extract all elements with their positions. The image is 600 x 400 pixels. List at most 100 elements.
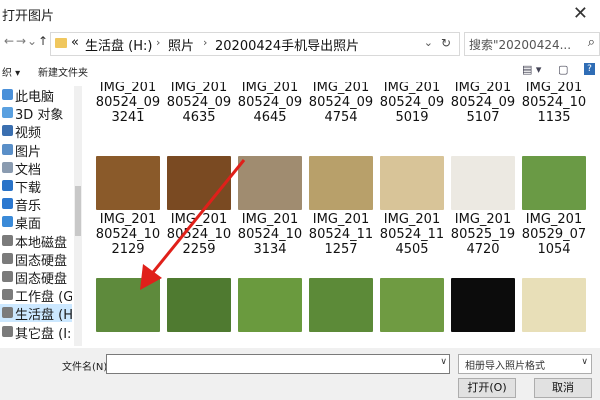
address-row: ← → ⌄ ↑ « 生活盘 (H:) › 照片 › 20200424手机导出照片… [0,28,600,58]
organize-button[interactable]: 织 ▾ [2,64,20,79]
sidebar-item-icon [2,289,13,301]
sidebar-item[interactable]: 生活盘 (H: [0,304,72,323]
photo-thumbnail[interactable] [522,156,586,210]
breadcrumb-separator-icon[interactable]: › [203,36,207,49]
sidebar-item[interactable]: 其它盘 (I:) [0,323,72,342]
address-bar[interactable]: « 生活盘 (H:) › 照片 › 20200424手机导出照片 ⌄ ↻ [50,32,460,56]
search-icon[interactable]: ⌕ [588,35,595,50]
sidebar-item[interactable]: 3D 对象 [0,104,72,123]
sidebar-item-label: 图片 [15,144,42,160]
sidebar-item-label: 文档 [15,162,42,178]
new-folder-button[interactable]: 新建文件夹 [38,64,88,79]
breadcrumb-drive[interactable]: 生活盘 (H:) [85,35,152,54]
photo-thumbnail[interactable] [238,156,302,210]
sidebar-item-icon [2,180,13,191]
close-icon[interactable]: ✕ [573,3,588,24]
photo-thumbnail[interactable] [451,156,515,210]
up-arrow-icon[interactable]: ↑ [38,34,48,48]
filetype-dropdown-icon[interactable]: ∨ [581,357,588,367]
file-name-label[interactable]: IMG_201 80529_07 1054 [516,212,592,257]
photo-thumbnail[interactable] [96,156,160,210]
file-name-label[interactable]: IMG_201 80524_10 2259 [161,212,237,257]
sidebar-item-icon [2,234,13,246]
sidebar-item-label: 其它盘 (I:) [15,326,72,342]
open-button[interactable]: 打开(O) [458,378,516,398]
photo-thumbnail[interactable] [167,156,231,210]
breadcrumb-folder[interactable]: 20200424手机导出照片 [215,35,359,54]
sidebar-item[interactable]: 视频 [0,122,72,141]
photo-thumbnail[interactable] [380,278,444,332]
photo-thumbnail[interactable] [96,278,160,332]
sidebar-scroll-thumb[interactable] [75,186,81,236]
sidebar-item[interactable]: 工作盘 (G: [0,286,72,306]
photo-thumbnail[interactable] [167,278,231,332]
address-dropdown-icon[interactable]: ⌄ [424,36,433,49]
sidebar-scrollbar[interactable] [74,86,82,346]
sidebar-item-label: 下载 [15,181,42,196]
sidebar-item-icon [2,252,13,264]
file-name-label[interactable]: IMG_201 80524_11 1257 [303,212,379,257]
photo-thumbnail[interactable] [451,278,515,332]
forward-arrow-icon[interactable]: → [16,34,26,48]
filetype-value: 相册导入照片格式 [465,361,545,372]
recent-dropdown-icon[interactable]: ⌄ [27,34,37,48]
sidebar-item-label: 本地磁盘 ( [15,235,72,251]
breadcrumb-separator-icon[interactable]: › [156,36,160,49]
folder-icon [55,38,67,48]
filename-dropdown-icon[interactable]: ∨ [440,357,447,367]
file-grid: IMG_201 80524_09 3241 IMG_201 80524_09 46… [84,82,600,346]
sidebar-item-icon [2,216,13,228]
refresh-icon[interactable]: ↻ [441,36,451,50]
sidebar-item[interactable]: 固态硬盘 ( [0,268,72,287]
sidebar-item-icon [2,307,13,319]
file-name-label[interactable]: IMG_201 80524_11 4505 [374,212,450,257]
view-options-icon[interactable]: ▤ ▾ [522,63,541,76]
file-name-label[interactable]: IMG_201 80524_10 1135 [516,82,592,125]
sidebar-item-icon [2,125,13,137]
title-bar: 打开图片 ✕ [0,0,600,28]
file-name-label[interactable]: IMG_201 80524_09 5107 [445,82,521,125]
photo-thumbnail[interactable] [309,156,373,210]
back-arrow-icon[interactable]: ← [4,34,14,48]
sidebar-item[interactable]: 本地磁盘 ( [0,232,72,251]
sidebar-item-icon [2,271,13,282]
file-name-label[interactable]: IMG_201 80524_09 3241 [90,82,166,125]
file-name-label[interactable]: IMG_201 80524_09 4754 [303,82,379,125]
photo-thumbnail[interactable] [309,278,373,332]
file-name-label[interactable]: IMG_201 80524_10 2129 [90,212,166,257]
sidebar-item[interactable]: 音乐 [0,195,72,214]
sidebar-item-label: 工作盘 (G: [15,290,72,306]
file-name-label[interactable]: IMG_201 80524_09 5019 [374,82,450,125]
file-name-label[interactable]: IMG_201 80524_09 4645 [232,82,308,125]
sidebar-item[interactable]: 下载 [0,177,72,196]
command-toolbar: 织 ▾ 新建文件夹 ▤ ▾ ▢ ? [0,60,600,82]
sidebar-item[interactable]: 固态硬盘 ( [0,250,72,269]
navigation-pane: 此电脑 3D 对象 视频 图片 文档 下载 音乐 桌面 本地磁盘 (固态硬盘 (固态硬盘 (工作… [0,86,72,346]
window-title: 打开图片 [2,9,55,24]
file-action-bar: 文件名(N): ∨ 相册导入照片格式 ∨ 打开(O) 取消 [0,348,600,400]
sidebar-item-icon [2,161,13,173]
sidebar-item[interactable]: 图片 [0,141,72,160]
sidebar-item-icon [2,325,13,337]
breadcrumb-overflow[interactable]: « [71,35,79,50]
search-input[interactable]: 搜索"20200424... ⌕ [464,32,600,56]
photo-thumbnail[interactable] [238,278,302,332]
sidebar-item-icon [2,143,13,155]
breadcrumb-photos[interactable]: 照片 [168,35,194,54]
filetype-select[interactable]: 相册导入照片格式 ∨ [458,354,592,374]
preview-pane-icon[interactable]: ▢ [558,63,568,76]
sidebar-item-label: 固态硬盘 ( [15,272,72,287]
sidebar-item[interactable]: 此电脑 [0,86,72,105]
file-name-label[interactable]: IMG_201 80524_10 3134 [232,212,308,257]
filename-input[interactable]: ∨ [106,354,450,374]
sidebar-item-label: 此电脑 [15,90,55,105]
help-icon[interactable]: ? [584,63,595,75]
photo-thumbnail[interactable] [522,278,586,332]
sidebar-item[interactable]: 文档 [0,159,72,178]
file-name-label[interactable]: IMG_201 80525_19 4720 [445,212,521,257]
file-name-label[interactable]: IMG_201 80524_09 4635 [161,82,237,125]
sidebar-item[interactable]: 桌面 [0,213,72,232]
filename-label: 文件名(N): [62,362,111,373]
photo-thumbnail[interactable] [380,156,444,210]
cancel-button[interactable]: 取消 [534,378,592,398]
